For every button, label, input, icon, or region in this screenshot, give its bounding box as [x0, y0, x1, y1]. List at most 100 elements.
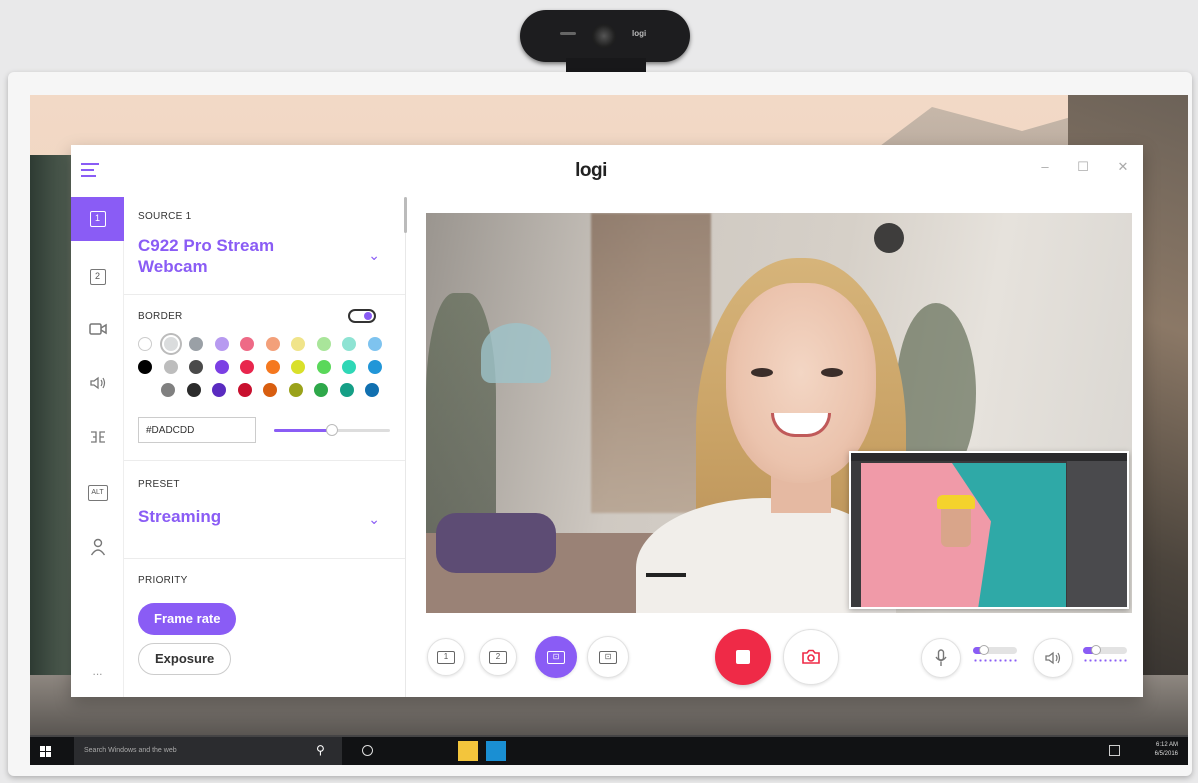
source-section: SOURCE 1 C922 Pro Stream Webcam ⌄	[124, 197, 405, 295]
rail-item-source-1[interactable]: 1	[71, 197, 124, 241]
pip-cup-lid	[937, 495, 975, 509]
layout-pip-swap-button[interactable]: ⊡	[587, 636, 629, 678]
speaker-button[interactable]	[1033, 638, 1073, 678]
microphone-button[interactable]	[921, 638, 961, 678]
color-swatch[interactable]	[263, 383, 277, 397]
layout-pip-swap-icon: ⊡	[599, 650, 617, 664]
microphone-volume-slider[interactable]	[973, 645, 1017, 665]
clock-time: 6:12 AM	[1155, 742, 1178, 748]
priority-frame-rate-button[interactable]: Frame rate	[138, 603, 237, 635]
preview-bag	[436, 513, 556, 573]
more-options-icon[interactable]: ...	[71, 649, 124, 693]
rail-item-alt[interactable]: ALT	[71, 471, 124, 515]
preview-shelf	[591, 213, 711, 513]
priority-label: PRIORITY	[138, 575, 188, 586]
border-width-slider[interactable]	[274, 424, 390, 436]
color-swatch[interactable]	[367, 360, 382, 374]
color-swatch[interactable]	[367, 337, 382, 351]
search-icon[interactable]: ⚲	[316, 743, 325, 757]
start-button-windows-icon[interactable]	[40, 746, 51, 757]
minimize-button[interactable]: –	[1033, 159, 1057, 174]
layout-source-2-button[interactable]: 2	[479, 638, 517, 676]
priority-section: PRIORITY Frame rate Exposure	[124, 559, 405, 697]
rail-item-transitions[interactable]	[71, 415, 124, 459]
preview-person-eye-left	[751, 368, 773, 377]
cortana-icon[interactable]	[362, 745, 373, 756]
color-swatch[interactable]	[342, 360, 356, 374]
title-bar: logi – ☐ ✕	[71, 145, 1143, 197]
taskbar-clock[interactable]: 6:12 AM 6/5/2016	[1155, 741, 1178, 759]
border-width-knob[interactable]	[326, 424, 338, 436]
border-hex-input[interactable]	[138, 417, 256, 443]
pip-canvas	[861, 463, 1066, 607]
maximize-button[interactable]: ☐	[1071, 159, 1095, 175]
record-button[interactable]	[715, 629, 771, 685]
color-swatch[interactable]	[189, 337, 203, 351]
speaker-icon	[89, 376, 105, 390]
color-swatch[interactable]	[138, 360, 152, 374]
color-swatch[interactable]	[212, 383, 226, 397]
color-swatch[interactable]	[189, 360, 203, 374]
source-2-icon: 2	[89, 269, 106, 285]
color-swatch[interactable]	[342, 337, 356, 351]
camera-snapshot-icon	[802, 649, 820, 664]
color-swatch[interactable]	[339, 383, 354, 397]
color-swatch-grid	[138, 337, 388, 407]
preview-person-stripe	[646, 573, 686, 577]
color-swatch[interactable]	[161, 383, 175, 397]
color-swatch[interactable]	[291, 337, 305, 351]
source-device-name: C922 Pro Stream Webcam	[138, 236, 275, 276]
app-logo: logi	[575, 160, 607, 181]
color-swatch[interactable]	[186, 383, 201, 397]
pip-pink-wall	[861, 463, 991, 607]
layout-pip-button[interactable]: ⊡	[535, 636, 577, 678]
user-icon	[90, 538, 105, 556]
hamburger-menu-icon[interactable]	[81, 163, 99, 179]
speaker-volume-slider[interactable]	[1083, 645, 1127, 665]
preset-value: Streaming	[138, 507, 222, 526]
priority-exposure-button[interactable]: Exposure	[138, 643, 232, 675]
color-swatch[interactable]	[316, 360, 331, 374]
taskbar-search-box[interactable]: Search Windows and the web	[74, 737, 342, 765]
layout-source-1-button[interactable]: 1	[427, 638, 465, 676]
color-swatch[interactable]	[237, 383, 252, 397]
rail-item-source-2[interactable]: 2	[71, 255, 124, 299]
rail-item-camera[interactable]	[71, 307, 124, 351]
color-swatch[interactable]	[365, 383, 379, 397]
color-swatch[interactable]	[288, 383, 303, 397]
transitions-icon	[90, 431, 105, 443]
snapshot-button[interactable]	[783, 629, 839, 685]
color-swatch[interactable]	[314, 383, 328, 397]
file-explorer-icon[interactable]	[458, 741, 478, 761]
border-toggle[interactable]	[348, 309, 376, 323]
color-swatch[interactable]	[291, 360, 305, 374]
color-swatch[interactable]	[240, 360, 254, 374]
camera-preview	[426, 213, 1132, 613]
mic-knob[interactable]	[979, 645, 989, 655]
notifications-icon[interactable]	[1109, 745, 1120, 756]
rail-item-audio[interactable]	[71, 361, 124, 405]
picture-in-picture-source-2[interactable]	[849, 451, 1129, 609]
color-swatch[interactable]	[163, 360, 178, 374]
source-1-icon: 1	[89, 211, 106, 227]
speaker-level-meter	[1083, 659, 1127, 662]
sidebar-rail: 1 2 ALT ...	[71, 197, 124, 697]
color-swatch[interactable]	[163, 337, 178, 351]
color-swatch[interactable]	[316, 337, 331, 351]
color-swatch[interactable]	[214, 337, 229, 351]
pip-cup	[941, 503, 971, 547]
rail-item-account[interactable]	[71, 525, 124, 569]
color-swatch[interactable]	[214, 360, 229, 374]
pip-toolbar	[851, 453, 1127, 461]
store-icon[interactable]	[486, 741, 506, 761]
color-swatch[interactable]	[265, 337, 280, 351]
source-dropdown-chevron-icon[interactable]: ⌄	[368, 247, 380, 264]
close-button[interactable]: ✕	[1111, 159, 1135, 175]
color-swatch[interactable]	[265, 360, 280, 374]
color-swatch[interactable]	[138, 337, 152, 351]
preset-dropdown-chevron-icon[interactable]: ⌄	[368, 511, 380, 528]
webcam-lens	[592, 24, 616, 48]
stop-icon	[736, 650, 750, 664]
color-swatch[interactable]	[240, 337, 254, 351]
panel-scrollbar[interactable]	[404, 197, 407, 233]
